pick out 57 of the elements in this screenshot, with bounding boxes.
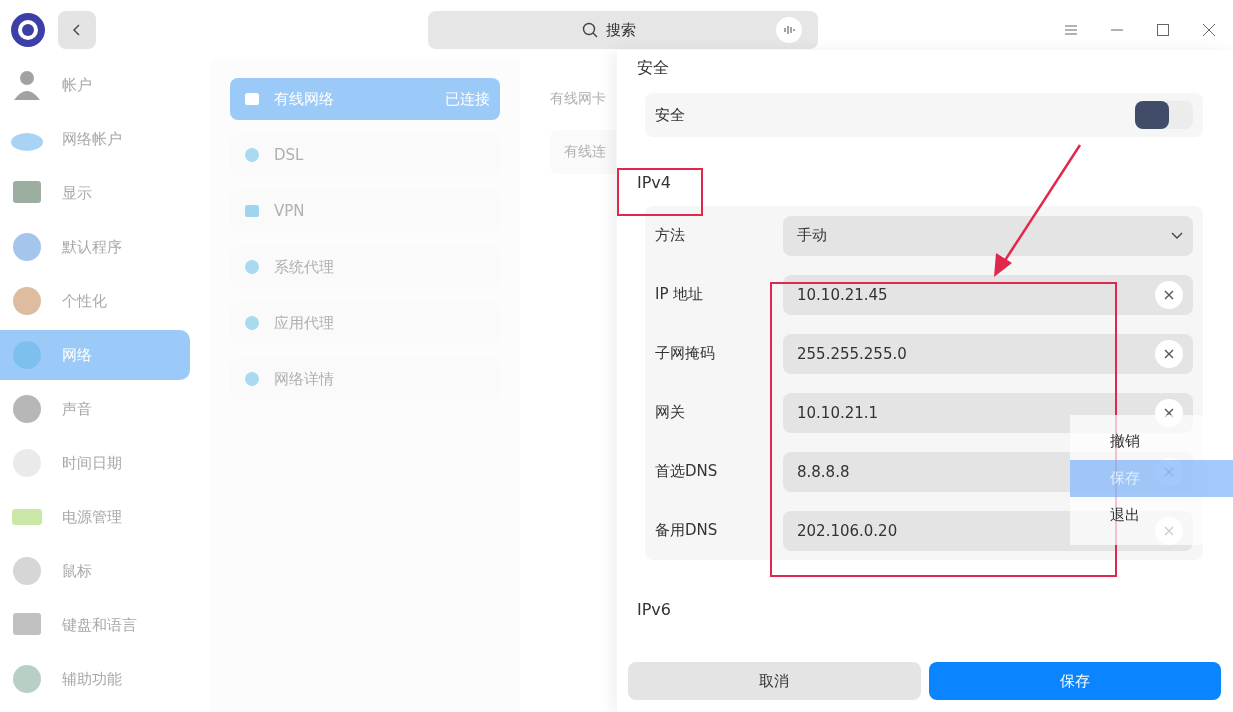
sidebar-label: 网络帐户	[62, 129, 122, 149]
network-menu-item[interactable]: 有线网络 已连接	[230, 78, 500, 120]
row-label: 子网掩码	[655, 344, 716, 363]
sidebar-label: 辅助功能	[62, 669, 122, 689]
sidebar-item[interactable]: 时间日期	[0, 438, 190, 488]
sidebar-item[interactable]: 显示	[0, 168, 190, 218]
status-label: 已连接	[445, 89, 490, 109]
sidebar-item[interactable]: 电源管理	[0, 492, 190, 542]
row-label: 备用DNS	[655, 521, 719, 540]
menu-label: VPN	[274, 202, 305, 220]
sidebar-item[interactable]: 帐户	[0, 60, 190, 110]
section-heading: IPv6	[637, 600, 672, 619]
section-heading: IPv4	[637, 173, 672, 192]
menu-label: 有线网络	[274, 89, 334, 109]
input-field[interactable]: 255.255.255.0	[783, 333, 1193, 374]
sidebar-item[interactable]: 网络	[0, 330, 190, 380]
context-menu-item[interactable]: 保存	[1070, 460, 1233, 497]
menu-label: 应用代理	[274, 313, 334, 333]
row-label: IP 地址	[655, 285, 705, 304]
cancel-button[interactable]: 取消	[628, 662, 921, 700]
row-label: 方法	[655, 226, 686, 245]
sidebar-label: 显示	[62, 183, 92, 203]
field-value: 255.255.255.0	[797, 344, 907, 363]
field-value: 10.10.21.1	[797, 403, 879, 422]
sidebar-label: 声音	[62, 399, 92, 419]
section-heading: 有线网卡	[550, 90, 607, 108]
sidebar-item[interactable]: 声音	[0, 384, 190, 434]
menu-label: 网络详情	[274, 369, 334, 389]
input-field[interactable]: 10.10.21.45	[783, 274, 1193, 315]
sidebar-item[interactable]: 辅助功能	[0, 654, 190, 704]
menu-label: DSL	[274, 146, 304, 164]
connection-item[interactable]: 有线连	[550, 130, 616, 174]
row-label: 首选DNS	[655, 462, 719, 481]
sidebar-item[interactable]: 鼠标	[0, 546, 190, 596]
section-heading: 安全	[637, 58, 670, 79]
sidebar-item[interactable]: 个性化	[0, 276, 190, 326]
field-value: 10.10.21.45	[797, 285, 888, 304]
sidebar-label: 网络	[62, 345, 92, 365]
row-label: 安全	[655, 105, 686, 125]
sidebar-label: 帐户	[62, 75, 92, 95]
field-value: 8.8.8.8	[797, 462, 850, 481]
sidebar-label: 默认程序	[62, 237, 122, 257]
row-label: 网关	[655, 403, 686, 422]
sidebar-label: 个性化	[62, 291, 107, 311]
sidebar-item[interactable]: 网络帐户	[0, 114, 190, 164]
sidebar-label: 电源管理	[62, 507, 122, 527]
search-field[interactable]: 搜索	[604, 20, 664, 40]
sidebar-label: 鼠标	[62, 561, 92, 581]
dropdown-value: 手动	[797, 226, 827, 245]
field-value: 202.106.0.20	[797, 521, 898, 540]
sidebar-label: 键盘和语言	[62, 615, 137, 635]
sidebar-item[interactable]: 键盘和语言	[0, 600, 190, 650]
save-button[interactable]: 保存	[928, 662, 1221, 700]
sidebar-label: 时间日期	[62, 453, 122, 473]
sidebar-item[interactable]: 默认程序	[0, 222, 190, 272]
menu-label: 系统代理	[274, 257, 334, 277]
method-dropdown[interactable]: 手动	[783, 215, 1193, 256]
